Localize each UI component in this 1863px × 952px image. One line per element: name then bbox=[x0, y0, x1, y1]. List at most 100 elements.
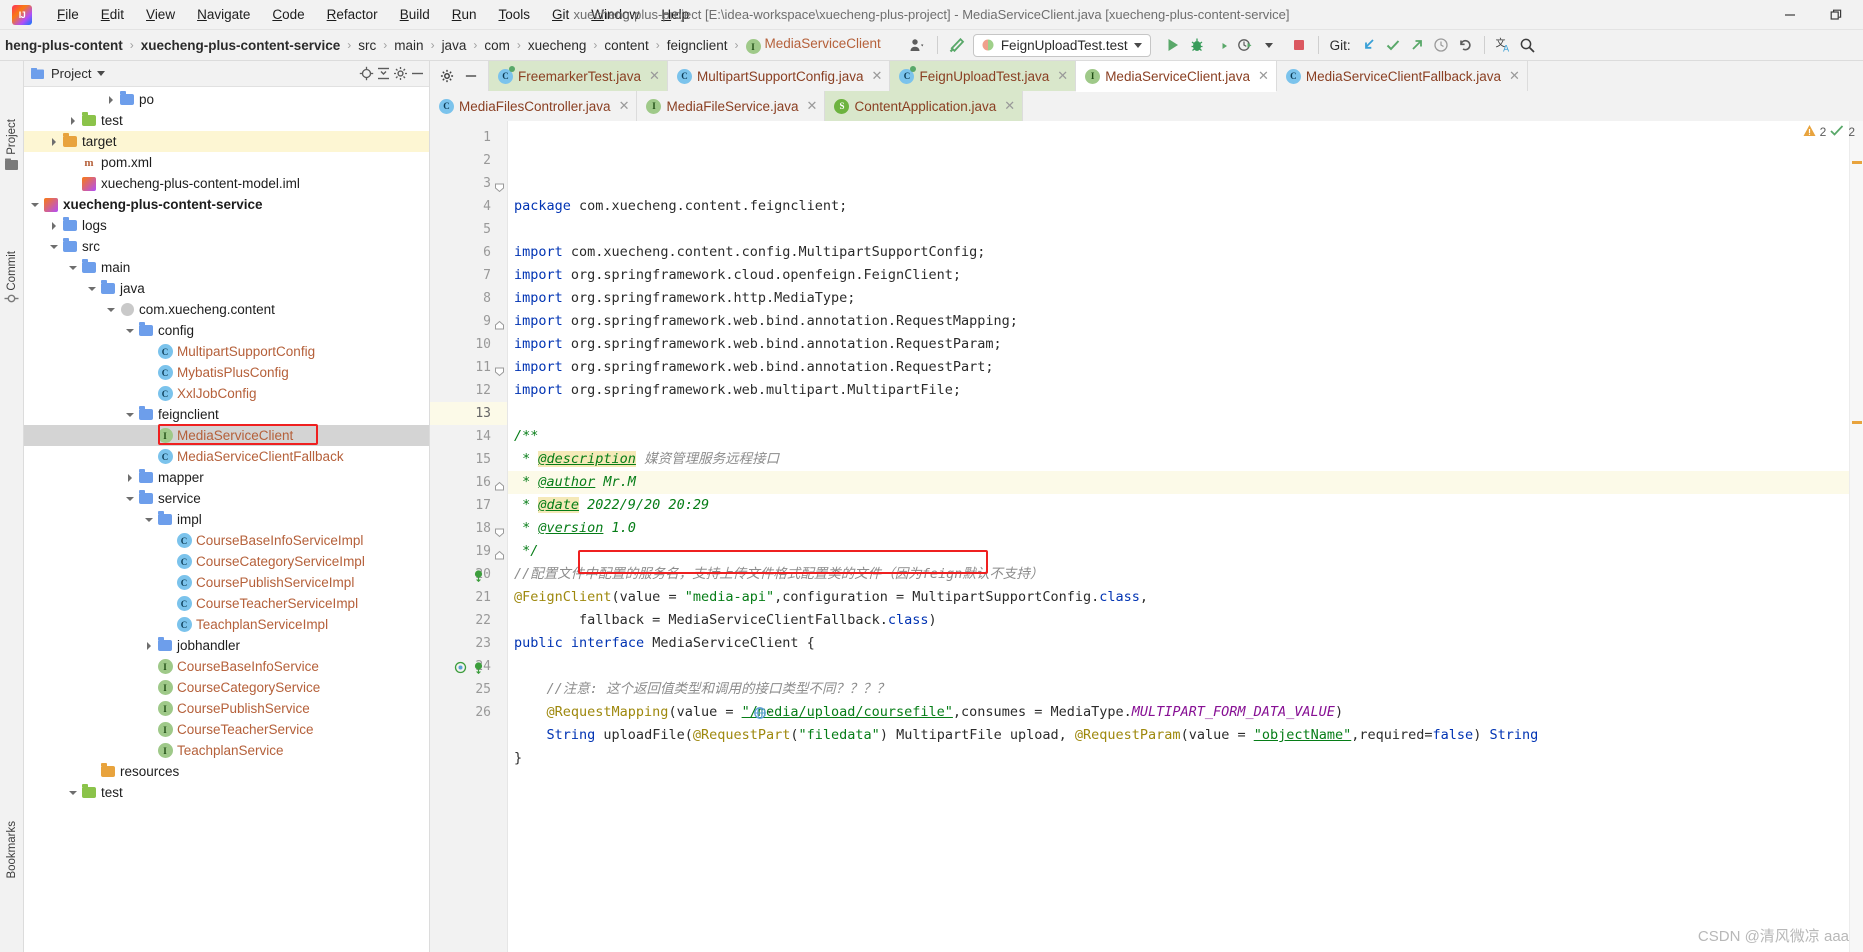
code-line[interactable]: //注意: 这个返回值类型和调用的接口类型不同？？？？ bbox=[508, 678, 1849, 701]
tree-node[interactable]: C XxlJobConfig bbox=[24, 383, 429, 404]
editor-tab[interactable]: C FeignUploadTest.java ✕ bbox=[890, 61, 1077, 91]
git-push-icon[interactable] bbox=[1405, 33, 1429, 57]
chevron-right-icon[interactable] bbox=[106, 94, 118, 106]
code-line[interactable]: /** bbox=[508, 425, 1849, 448]
fold-collapse-icon[interactable] bbox=[494, 178, 505, 193]
tree-node[interactable]: C TeachplanServiceImpl bbox=[24, 614, 429, 635]
tree-node[interactable]: xuecheng-plus-content-service bbox=[24, 194, 429, 215]
code-line[interactable]: import org.springframework.web.multipart… bbox=[508, 379, 1849, 402]
tree-node[interactable]: C CoursePublishServiceImpl bbox=[24, 572, 429, 593]
chevron-down-icon[interactable] bbox=[1257, 33, 1281, 57]
code-line[interactable] bbox=[508, 218, 1849, 241]
code-line[interactable]: import org.springframework.web.bind.anno… bbox=[508, 310, 1849, 333]
tree-node[interactable]: com.xuecheng.content bbox=[24, 299, 429, 320]
locate-icon[interactable] bbox=[359, 66, 374, 81]
code-line[interactable]: * @author Mr.M bbox=[508, 471, 1849, 494]
rail-commit[interactable]: Commit bbox=[6, 251, 18, 291]
chevron-right-icon[interactable] bbox=[144, 640, 156, 652]
debug-icon[interactable] bbox=[1185, 33, 1209, 57]
close-icon[interactable]: ✕ bbox=[807, 98, 818, 114]
fold-end-icon[interactable] bbox=[494, 477, 505, 491]
profile-icon[interactable] bbox=[1233, 33, 1257, 57]
editor-tab[interactable]: C FreemarkerTest.java ✕ bbox=[489, 61, 668, 91]
code-line[interactable]: //配置文件中配置的服务名，支持上传文件格式配置类的文件（因为feign默认不支… bbox=[508, 563, 1849, 586]
code-line[interactable]: * @version 1.0 bbox=[508, 517, 1849, 540]
tree-node[interactable]: C MultipartSupportConfig bbox=[24, 341, 429, 362]
editor-tab[interactable]: S ContentApplication.java ✕ bbox=[825, 91, 1024, 121]
chevron-down-icon[interactable] bbox=[106, 304, 118, 316]
close-icon[interactable]: ✕ bbox=[1057, 68, 1068, 84]
tree-node[interactable]: config bbox=[24, 320, 429, 341]
hide-panel-icon[interactable] bbox=[410, 66, 425, 81]
chevron-down-icon[interactable] bbox=[68, 787, 80, 799]
chevron-down-icon[interactable] bbox=[125, 325, 137, 337]
code-editor[interactable]: 1 2 3 4 5 6 7 8 9 10 11 12 13 14 15 16 17 18 19 20 21 22 23 24 2… bbox=[430, 121, 1863, 952]
menu-run[interactable]: Run bbox=[441, 3, 488, 27]
close-icon[interactable]: ✕ bbox=[649, 68, 660, 84]
editor-hide-icon[interactable] bbox=[464, 69, 478, 83]
menu-help[interactable]: Help bbox=[650, 3, 700, 27]
tree-node[interactable]: test bbox=[24, 110, 429, 131]
code-line[interactable]: fallback = MediaServiceClientFallback.cl… bbox=[508, 609, 1849, 632]
tree-node[interactable]: C CourseBaseInfoServiceImpl bbox=[24, 530, 429, 551]
chevron-down-icon[interactable] bbox=[125, 409, 137, 421]
tree-node[interactable]: java bbox=[24, 278, 429, 299]
close-icon[interactable]: ✕ bbox=[1258, 68, 1269, 84]
menu-view[interactable]: View bbox=[135, 3, 186, 27]
tree-node[interactable]: C MybatisPlusConfig bbox=[24, 362, 429, 383]
menu-navigate[interactable]: Navigate bbox=[186, 3, 261, 27]
code-line[interactable]: * @date 2022/9/20 20:29 bbox=[508, 494, 1849, 517]
maximize-restore-button[interactable] bbox=[1813, 0, 1859, 29]
tree-node[interactable]: C CourseCategoryServiceImpl bbox=[24, 551, 429, 572]
editor-tab[interactable]: C MediaFilesController.java ✕ bbox=[430, 91, 638, 121]
tree-node[interactable]: target bbox=[24, 131, 429, 152]
tree-node[interactable]: impl bbox=[24, 509, 429, 530]
tree-node[interactable]: m pom.xml bbox=[24, 152, 429, 173]
editor-tab[interactable]: I MediaFileService.java ✕ bbox=[637, 91, 826, 121]
source-code[interactable]: package com.xuecheng.content.feignclient… bbox=[508, 121, 1849, 952]
menu-file[interactable]: File bbox=[46, 3, 90, 27]
menu-refactor[interactable]: Refactor bbox=[316, 3, 389, 27]
chevron-right-icon[interactable] bbox=[49, 136, 61, 148]
breadcrumb-item-3[interactable]: main bbox=[391, 38, 426, 53]
code-line[interactable]: * @description 媒资管理服务远程接口 bbox=[508, 448, 1849, 471]
run-configuration-selector[interactable]: FeignUploadTest.test bbox=[972, 33, 1151, 57]
implemented-marker-icon[interactable] bbox=[471, 659, 485, 675]
tree-node[interactable]: src bbox=[24, 236, 429, 257]
tree-node[interactable]: test bbox=[24, 782, 429, 803]
code-line[interactable]: import com.xuecheng.content.config.Multi… bbox=[508, 241, 1849, 264]
tree-node[interactable]: I CoursePublishService bbox=[24, 698, 429, 719]
tree-node[interactable]: I CourseTeacherService bbox=[24, 719, 429, 740]
rail-bookmarks[interactable]: Bookmarks bbox=[6, 821, 18, 879]
tree-node[interactable]: po bbox=[24, 89, 429, 110]
minimize-button[interactable] bbox=[1767, 0, 1813, 29]
close-icon[interactable]: ✕ bbox=[872, 68, 883, 84]
code-line[interactable]: import org.springframework.web.bind.anno… bbox=[508, 356, 1849, 379]
rail-project[interactable]: Project bbox=[6, 119, 18, 155]
tree-node[interactable]: jobhandler bbox=[24, 635, 429, 656]
code-line[interactable]: import org.springframework.web.bind.anno… bbox=[508, 333, 1849, 356]
tree-node[interactable]: I CourseCategoryService bbox=[24, 677, 429, 698]
tree-node[interactable]: I CourseBaseInfoService bbox=[24, 656, 429, 677]
tree-node[interactable]: xuecheng-plus-content-model.iml bbox=[24, 173, 429, 194]
menu-build[interactable]: Build bbox=[389, 3, 441, 27]
fold-end-icon[interactable] bbox=[494, 316, 505, 330]
close-icon[interactable]: ✕ bbox=[619, 98, 630, 114]
breadcrumb-item-4[interactable]: java bbox=[439, 38, 470, 53]
overridden-marker-icon[interactable] bbox=[453, 659, 467, 674]
editor-gear-icon[interactable] bbox=[440, 69, 454, 83]
breadcrumb-item-8[interactable]: feignclient bbox=[664, 38, 731, 53]
editor-tab[interactable]: C MediaServiceClientFallback.java ✕ bbox=[1276, 61, 1528, 91]
hammer-build-icon[interactable] bbox=[945, 33, 969, 57]
tree-node[interactable]: resources bbox=[24, 761, 429, 782]
stop-icon[interactable] bbox=[1287, 33, 1311, 57]
error-stripe-gutter[interactable] bbox=[1849, 121, 1863, 952]
project-tree[interactable]: po test target m pom.xml xuecheng-plus-conten… bbox=[24, 87, 429, 952]
chevron-down-icon[interactable] bbox=[144, 514, 156, 526]
history-icon[interactable] bbox=[1429, 33, 1453, 57]
close-icon[interactable]: ✕ bbox=[1509, 68, 1520, 84]
chevron-right-icon[interactable] bbox=[49, 220, 61, 232]
tree-node[interactable]: logs bbox=[24, 215, 429, 236]
menu-code[interactable]: Code bbox=[261, 3, 315, 27]
run-icon[interactable] bbox=[1161, 33, 1185, 57]
